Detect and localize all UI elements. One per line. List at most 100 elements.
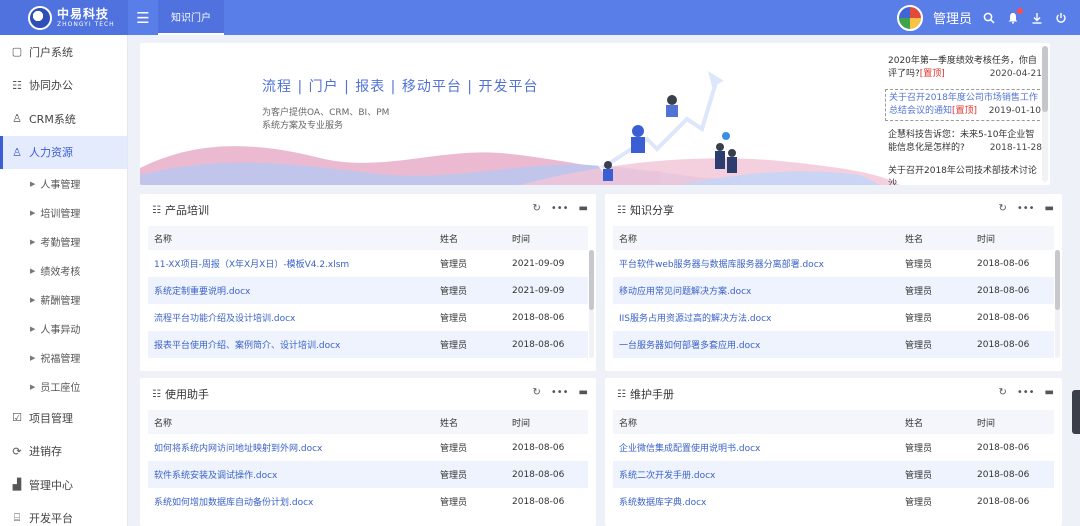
- pinned-tag: [置顶]: [919, 69, 945, 79]
- panel-scrollbar[interactable]: [1055, 250, 1060, 358]
- maximize-icon[interactable]: ▬: [579, 203, 588, 214]
- project-icon: ☑: [12, 411, 22, 425]
- table-row[interactable]: 系统数据库字典.docx 管理员 2018-08-06: [613, 488, 1054, 515]
- more-icon[interactable]: •••: [1017, 203, 1035, 214]
- sidebar-item-management[interactable]: ▟ 管理中心: [0, 468, 127, 502]
- panel-grid-icon: ☷: [617, 204, 626, 216]
- caret-right-icon: ▶: [30, 179, 36, 188]
- panel-title: 维护手册: [629, 388, 674, 401]
- more-icon[interactable]: •••: [551, 387, 569, 398]
- refresh-icon[interactable]: ↻: [532, 203, 540, 214]
- sidebar-item-office[interactable]: ☷ 协同办公: [0, 69, 127, 103]
- office-icon: ☷: [12, 78, 22, 92]
- top-bar: 中易科技 ZHONGYI TECH ☰ 知识门户 管理员: [0, 0, 1080, 35]
- table-header: 名称 姓名 时间: [148, 226, 588, 250]
- sidebar-item-devplatform[interactable]: ⌸ 开发平台: [0, 502, 127, 526]
- table-row[interactable]: 一台服务器如何部署多套应用.docx 管理员 2018-08-06: [613, 331, 1054, 358]
- admin-name[interactable]: 管理员: [933, 8, 972, 27]
- table-row[interactable]: 系统如何增加数据库自动备份计划.docx 管理员 2018-08-06: [148, 488, 588, 515]
- sidebar-sub-personnel[interactable]: ▶ 人事管理: [0, 169, 127, 198]
- logo-english: ZHONGYI TECH: [57, 20, 115, 28]
- sidebar-sub-attendance[interactable]: ▶ 考勤管理: [0, 227, 127, 256]
- sidebar-item-inventory[interactable]: ⟳ 进销存: [0, 435, 127, 469]
- news-item[interactable]: 2020年第一季度绩效考核任务，你自评了吗?[置顶] 2020-04-21: [885, 53, 1045, 83]
- portal-icon: ▢: [11, 45, 23, 59]
- sidebar-item-hr[interactable]: ♙ 人力资源: [0, 135, 127, 169]
- table-row[interactable]: 企业微信集成配置使用说明书.docx 管理员 2018-08-06: [613, 434, 1054, 461]
- sidebar-sub-salary[interactable]: ▶ 薪酬管理: [0, 285, 127, 314]
- caret-right-icon: ▶: [30, 353, 36, 362]
- banner-title: 流程 | 门户 | 报表 | 移动平台 | 开发平台: [262, 79, 539, 95]
- caret-right-icon: ▶: [30, 237, 36, 246]
- side-handle[interactable]: [1072, 390, 1080, 434]
- table-row[interactable]: 平台软件web服务器与数据库服务器分离部署.docx 管理员 2018-08-06: [613, 250, 1054, 277]
- chart-icon: ▟: [12, 478, 22, 492]
- maximize-icon[interactable]: ▬: [1045, 203, 1054, 214]
- table-row[interactable]: 系统二次开发手册.docx 管理员 2018-08-06: [613, 461, 1054, 488]
- panel-grid-icon: ☷: [152, 204, 161, 216]
- hr-icon: ♙: [12, 145, 22, 159]
- logo[interactable]: 中易科技 ZHONGYI TECH: [0, 0, 128, 35]
- panel-maintenance-manual: ☷ 维护手册 ↻ ••• ▬ 名称 姓名 时间 企业微信集成配置使用说明书.do…: [605, 378, 1062, 526]
- caret-right-icon: ▶: [30, 324, 36, 333]
- sidebar-item-crm[interactable]: ♙ CRM系统: [0, 102, 127, 136]
- sidebar-sub-transfer[interactable]: ▶ 人事异动: [0, 314, 127, 343]
- caret-right-icon: ▶: [30, 208, 36, 217]
- power-icon[interactable]: [1054, 11, 1068, 25]
- panel-grid-icon: ☷: [152, 388, 161, 400]
- panel-product-training: ☷ 产品培训 ↻ ••• ▬ 名称 姓名 时间 11-XX项目-周报（X年X月X…: [140, 194, 596, 371]
- banner-subtitle: 为客户提供OA、CRM、BI、PM 系统方案及专业服务: [262, 108, 390, 131]
- table-row[interactable]: 报表平台使用介绍、案例简介、设计培训.docx 管理员 2018-08-06: [148, 331, 588, 358]
- admin-avatar[interactable]: [896, 4, 923, 31]
- search-icon[interactable]: [982, 11, 996, 25]
- refresh-icon[interactable]: ↻: [532, 387, 540, 398]
- panel-user-assistant: ☷ 使用助手 ↻ ••• ▬ 名称 姓名 时间 如何将系统内网访问地址映射到外网…: [140, 378, 596, 526]
- maximize-icon[interactable]: ▬: [579, 387, 588, 398]
- table-row[interactable]: 流程平台功能介绍及设计培训.docx 管理员 2018-08-06: [148, 304, 588, 331]
- sidebar-sub-blessing[interactable]: ▶ 祝福管理: [0, 343, 127, 372]
- panel-title: 使用助手: [164, 388, 209, 401]
- tab-knowledge-portal[interactable]: 知识门户: [158, 0, 224, 35]
- banner: 流程 | 门户 | 报表 | 移动平台 | 开发平台 为客户提供OA、CRM、B…: [140, 43, 1050, 185]
- table-row[interactable]: 11-XX项目-周报（X年X月X日）-模板V4.2.xlsm 管理员 2021-09…: [148, 250, 588, 277]
- table-row[interactable]: 软件系统安装及调试操作.docx 管理员 2018-08-06: [148, 461, 588, 488]
- more-icon[interactable]: •••: [1017, 387, 1035, 398]
- panel-title: 知识分享: [629, 204, 674, 217]
- download-icon[interactable]: [1030, 11, 1044, 25]
- refresh-icon[interactable]: ↻: [998, 203, 1006, 214]
- table-header: 名称 姓名 时间: [613, 226, 1054, 250]
- table-row[interactable]: 如何将系统内网访问地址映射到外网.docx 管理员 2018-08-06: [148, 434, 588, 461]
- refresh-icon[interactable]: ↻: [998, 387, 1006, 398]
- table-row[interactable]: 系统定制重要说明.docx 管理员 2021-09-09: [148, 277, 588, 304]
- pinned-tag: [置顶]: [952, 106, 978, 116]
- sidebar-item-portal[interactable]: ▢ 门户系统: [0, 35, 127, 69]
- notification-dot: [1017, 7, 1023, 14]
- code-icon: ⌸: [13, 511, 21, 525]
- more-icon[interactable]: •••: [551, 203, 569, 214]
- caret-right-icon: ▶: [30, 295, 36, 304]
- news-scrollbar[interactable]: [1042, 46, 1048, 182]
- maximize-icon[interactable]: ▬: [1045, 387, 1054, 398]
- news-item[interactable]: 关于召开2018年公司技术部技术讨论沙: [885, 163, 1045, 185]
- table-header: 名称 姓名 时间: [148, 410, 588, 434]
- sidebar: ▢ 门户系统 ☷ 协同办公 ♙ CRM系统 ♙ 人力资源 ▶ 人事管理 ▶ 培训管理 ▶ 考勤…: [0, 35, 128, 526]
- panel-scrollbar[interactable]: [589, 250, 594, 358]
- logo-mark-icon: [28, 5, 52, 30]
- table-row[interactable]: IIS服务占用资源过高的解决方法.docx 管理员 2018-08-06: [613, 304, 1054, 331]
- news-list: 2020年第一季度绩效考核任务，你自评了吗?[置顶] 2020-04-21 关于…: [885, 53, 1045, 185]
- sidebar-sub-performance[interactable]: ▶ 绩效考核: [0, 256, 127, 285]
- table-row[interactable]: 移动应用常见问题解决方案.docx 管理员 2018-08-06: [613, 277, 1054, 304]
- news-item[interactable]: 企慧科技告诉您：未来5-10年企业智能信息化是怎样的? 2018-11-28: [885, 127, 1045, 157]
- panel-grid-icon: ☷: [617, 388, 626, 400]
- caret-right-icon: ▶: [30, 266, 36, 275]
- user-icon: ♙: [12, 112, 22, 126]
- sidebar-sub-seating[interactable]: ▶ 员工座位: [0, 372, 127, 401]
- sidebar-sub-training[interactable]: ▶ 培训管理: [0, 198, 127, 227]
- bell-icon[interactable]: [1006, 7, 1023, 25]
- news-item[interactable]: 关于召开2018年度公司市场销售工作总结会议的通知[置顶] 2019-01-10: [885, 89, 1045, 121]
- inventory-icon: ⟳: [12, 444, 22, 458]
- panel-title: 产品培训: [164, 204, 209, 217]
- sidebar-item-project[interactable]: ☑ 项目管理: [0, 401, 127, 435]
- logo-name: 中易科技: [57, 6, 110, 21]
- menu-toggle-icon[interactable]: ☰: [132, 0, 154, 35]
